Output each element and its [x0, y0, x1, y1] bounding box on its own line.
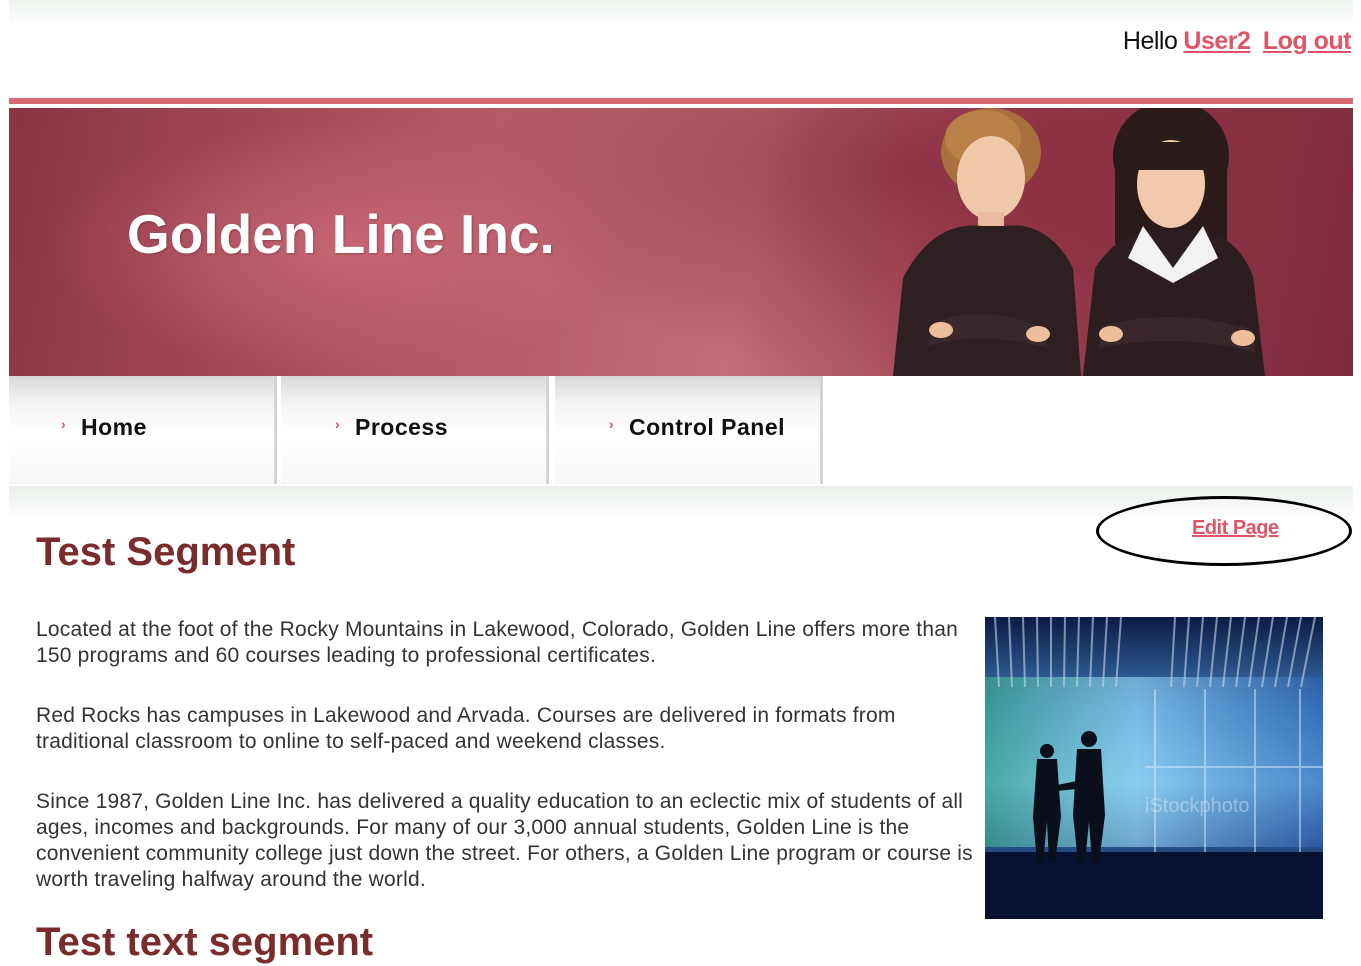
tab-home[interactable]: › Home: [9, 376, 277, 484]
paragraph-3: Since 1987, Golden Line Inc. has deliver…: [36, 790, 973, 891]
chevron-right-icon: ›: [335, 416, 340, 432]
username-link[interactable]: User2: [1183, 27, 1251, 55]
tab-home-label: Home: [81, 414, 147, 440]
tab-control-panel-label: Control Panel: [629, 414, 786, 440]
header-banner: Golden Line Inc.: [9, 108, 1353, 376]
top-stripe: [9, 0, 1353, 28]
business-handshake-photo: iStockphoto: [985, 617, 1323, 919]
chevron-right-icon: ›: [609, 416, 614, 432]
tab-process[interactable]: › Process: [281, 376, 549, 484]
paragraph-1: Located at the foot of the Rocky Mountai…: [36, 618, 958, 667]
tab-control-panel[interactable]: › Control Panel: [555, 376, 823, 484]
site-title: Golden Line Inc.: [127, 203, 555, 265]
segment-heading: Test Segment: [36, 530, 296, 574]
edit-page-link[interactable]: Edit Page: [1192, 517, 1279, 540]
paragraph-2: Red Rocks has campuses in Lakewood and A…: [36, 704, 896, 753]
header-divider: [9, 98, 1353, 104]
chevron-right-icon: ›: [61, 416, 66, 432]
tab-process-label: Process: [355, 414, 449, 440]
greeting-text: Hello: [1122, 27, 1178, 55]
main-nav: › Home › Process › Control Panel: [9, 376, 1353, 488]
user-bar: Hello User2 Log out: [1122, 27, 1352, 56]
text-segment-heading: Test text segment: [36, 920, 374, 964]
banner-people-image: [893, 108, 1265, 376]
logout-link[interactable]: Log out: [1263, 27, 1352, 55]
photo-watermark: iStockphoto: [1145, 795, 1250, 817]
